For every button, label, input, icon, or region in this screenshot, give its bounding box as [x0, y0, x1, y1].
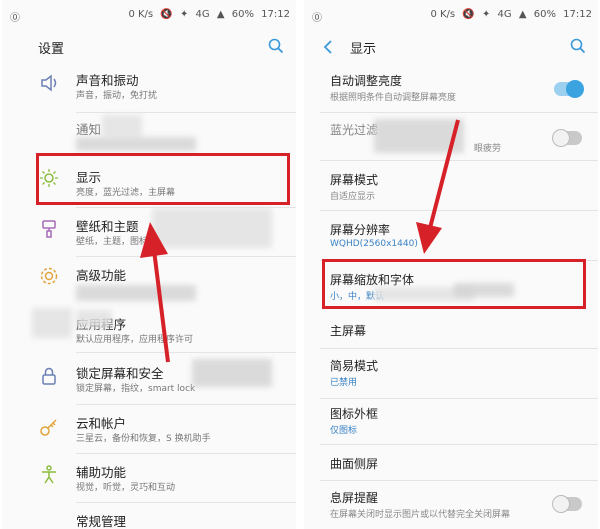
item-title: 常规管理 [76, 514, 127, 529]
settings-item-wallpaper[interactable]: 壁纸和主题 壁纸，主题，图标 [2, 208, 296, 256]
gear-icon [40, 267, 58, 285]
key-icon [40, 419, 57, 436]
item-title: 声音和振动 [76, 73, 139, 88]
item-title: 屏幕分辨率 [330, 223, 391, 237]
status-bar: ⓪ 0 K/s 🔇 ✦ 4G ▲ 60% 17:12 [2, 0, 296, 28]
display-item-easy-mode[interactable]: 简易模式 已禁用 [304, 349, 598, 397]
paintbrush-icon [42, 220, 56, 238]
mute-icon: 🔇 [160, 9, 173, 20]
speaker-icon [41, 74, 57, 92]
blur-mosaic [152, 208, 272, 248]
display-item-auto-brightness[interactable]: 自动调整亮度 根据照明条件自动调整屏幕亮度 [304, 66, 598, 110]
settings-item-accessibility[interactable]: 辅助功能 视觉，听觉，灵巧和互动 [2, 454, 296, 502]
status-indicators: 0 K/s 🔇 ✦ 4G ▲ 60% 17:12 [124, 9, 290, 20]
display-item-icon-frames[interactable]: 图标外框 仅图标 [304, 399, 598, 447]
item-title: 云和帐户 [76, 416, 127, 431]
settings-item-apps[interactable]: 应用程序 默认应用程序，应用程序许可 [2, 304, 296, 352]
blue-light-toggle[interactable] [552, 129, 582, 147]
blur-mosaic [76, 310, 112, 328]
display-item-blue-light[interactable]: 蓝光过滤 眼疲劳 [304, 113, 598, 159]
status-indicators: 0 K/s 🔇 ✦ 4G ▲ 60% 17:12 [426, 9, 592, 20]
item-subtitle: WQHD(2560x1440) [330, 239, 418, 249]
item-subtitle: 默认应用程序，应用程序许可 [76, 335, 194, 345]
display-item-resolution[interactable]: 屏幕分辨率 WQHD(2560x1440) [304, 211, 598, 259]
lock-icon [42, 367, 56, 385]
display-item-screen-mode[interactable]: 屏幕模式 自适应显示 [304, 161, 598, 209]
signal-icon: ▲ [518, 9, 527, 20]
mute-icon: 🔇 [462, 9, 475, 20]
item-title: 图标外框 [330, 407, 379, 421]
signal-icon: ▲ [216, 9, 225, 20]
wifi-icon: ✦ [179, 9, 189, 20]
settings-item-notifications[interactable]: 通知 [2, 113, 296, 153]
item-subtitle: 锁定屏幕，指纹，smart lock [76, 384, 196, 394]
item-title: 简易模式 [330, 359, 379, 373]
item-subtitle: 视觉，听觉，灵巧和互动 [76, 483, 176, 493]
item-title: 蓝光过滤 [330, 123, 379, 137]
network-type: 4G [497, 9, 512, 20]
item-title: 通知 [76, 122, 102, 137]
page-title: 显示 [350, 42, 377, 57]
item-subtitle: 三星云，备份和恢复，S 换机助手 [76, 434, 211, 444]
panel-separator [296, 0, 304, 529]
network-speed: 0 K/s [128, 9, 154, 20]
blur-mosaic [32, 308, 72, 338]
highlight-box [322, 259, 586, 309]
clock: 17:12 [261, 9, 290, 20]
settings-item-sound[interactable]: 声音和振动 声音，振动，免打扰 [2, 64, 296, 112]
search-icon[interactable] [570, 38, 586, 54]
item-title: 壁纸和主题 [76, 219, 139, 234]
settings-item-lockscreen[interactable]: 锁定屏幕和安全 锁定屏幕，指纹，smart lock [2, 353, 296, 403]
display-item-always-on[interactable]: 息屏提醒 在屏幕关闭时显示图片或以代替完全关闭屏幕 [304, 481, 598, 529]
blur-mosaic [192, 359, 272, 387]
search-icon[interactable] [268, 38, 284, 54]
clock: 17:12 [563, 9, 592, 20]
accessibility-icon [42, 465, 56, 484]
blur-mosaic [76, 285, 196, 301]
blur-mosaic [76, 137, 196, 151]
item-title: 主屏幕 [330, 324, 367, 338]
app-header: 显示 [304, 28, 598, 64]
item-title: 辅助功能 [76, 465, 127, 480]
notification-icon: ⓪ [10, 13, 20, 24]
always-on-toggle[interactable] [552, 495, 582, 513]
display-item-home-screen[interactable]: 主屏幕 [304, 312, 598, 348]
settings-screen: ⓪ 0 K/s 🔇 ✦ 4G ▲ 60% 17:12 设置 声音和振动 声音，振… [2, 0, 296, 529]
auto-brightness-toggle[interactable] [554, 80, 584, 98]
network-type: 4G [195, 9, 210, 20]
item-subtitle: 根据照明条件自动调整屏幕亮度 [330, 93, 457, 103]
settings-item-cloud[interactable]: 云和帐户 三星云，备份和恢复，S 换机助手 [2, 405, 296, 453]
battery-level: 60% [231, 9, 254, 20]
item-subtitle: 自适应显示 [330, 192, 376, 202]
item-title: 屏幕模式 [330, 173, 379, 187]
wifi-icon: ✦ [481, 9, 491, 20]
item-subtitle: 壁纸，主题，图标 [76, 237, 149, 247]
highlight-box [36, 153, 290, 205]
settings-item-advanced[interactable]: 高级功能 [2, 257, 296, 303]
notification-icon: ⓪ [312, 13, 322, 24]
item-subtitle: 声音，振动，免打扰 [76, 91, 158, 101]
status-bar: ⓪ 0 K/s 🔇 ✦ 4G ▲ 60% 17:12 [304, 0, 598, 28]
app-header: 设置 [2, 28, 296, 64]
item-subtitle: 仅图标 [330, 426, 358, 436]
item-subtitle: 已禁用 [330, 378, 358, 388]
item-subtitle: 在屏幕关闭时显示图片或以代替完全关闭屏幕 [330, 510, 511, 520]
back-chevron-icon[interactable] [322, 40, 334, 54]
blur-mosaic [374, 119, 464, 153]
settings-item-general[interactable]: 常规管理 [2, 503, 296, 529]
item-title: 曲面侧屏 [330, 457, 379, 471]
display-settings-screen: ⓪ 0 K/s 🔇 ✦ 4G ▲ 60% 17:12 显示 自动调整亮度 根据照… [304, 0, 598, 529]
display-item-edge-screen[interactable]: 曲面侧屏 [304, 445, 598, 481]
page-title: 设置 [38, 42, 65, 57]
item-title: 息屏提醒 [330, 491, 379, 505]
battery-level: 60% [533, 9, 556, 20]
network-speed: 0 K/s [430, 9, 456, 20]
item-title: 高级功能 [76, 268, 127, 283]
item-subtitle: 眼疲劳 [474, 144, 502, 154]
item-title: 自动调整亮度 [330, 74, 403, 88]
blur-mosaic [102, 115, 142, 137]
item-title: 锁定屏幕和安全 [76, 366, 164, 381]
